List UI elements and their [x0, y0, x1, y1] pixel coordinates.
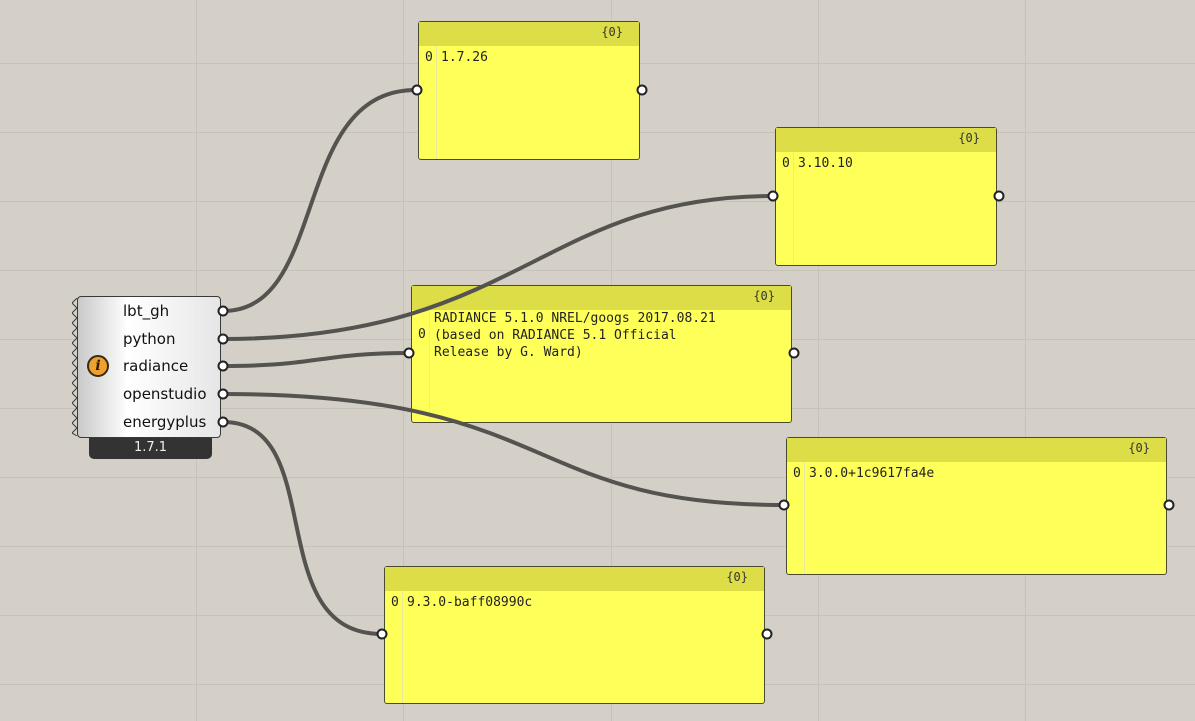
panel-output-grip[interactable] [1163, 499, 1175, 511]
panel-input-grip[interactable] [376, 628, 388, 640]
input-zigzag [72, 298, 78, 436]
output-openstudio[interactable]: openstudio [123, 385, 207, 403]
version-component[interactable]: i lbt_gh python radiance openstudio ener… [72, 296, 229, 438]
wire-energyplus[interactable] [221, 420, 384, 636]
output-grip[interactable] [217, 388, 229, 400]
wire-openstudio[interactable] [221, 392, 786, 507]
output-energyplus[interactable]: energyplus [123, 413, 206, 431]
panel-output-grip[interactable] [993, 190, 1005, 202]
panel-input-grip[interactable] [411, 84, 423, 96]
panel-output-grip[interactable] [636, 84, 648, 96]
output-grip[interactable] [217, 360, 229, 372]
component-version-tag: 1.7.1 [89, 438, 212, 459]
wire-radiance[interactable] [221, 351, 411, 368]
output-radiance[interactable]: radiance [123, 357, 188, 375]
panel-input-grip[interactable] [767, 190, 779, 202]
output-lbt-gh[interactable]: lbt_gh [123, 302, 169, 320]
wire-lbt-gh[interactable] [221, 88, 418, 313]
panel-input-grip[interactable] [778, 499, 790, 511]
output-grip[interactable] [217, 416, 229, 428]
output-grip[interactable] [217, 333, 229, 345]
panel-output-grip[interactable] [761, 628, 773, 640]
output-grips [217, 305, 229, 428]
output-grip[interactable] [217, 305, 229, 317]
output-python[interactable]: python [123, 330, 175, 348]
panel-input-grip[interactable] [403, 347, 415, 359]
info-icon[interactable]: i [87, 355, 109, 377]
panel-output-grip[interactable] [788, 347, 800, 359]
